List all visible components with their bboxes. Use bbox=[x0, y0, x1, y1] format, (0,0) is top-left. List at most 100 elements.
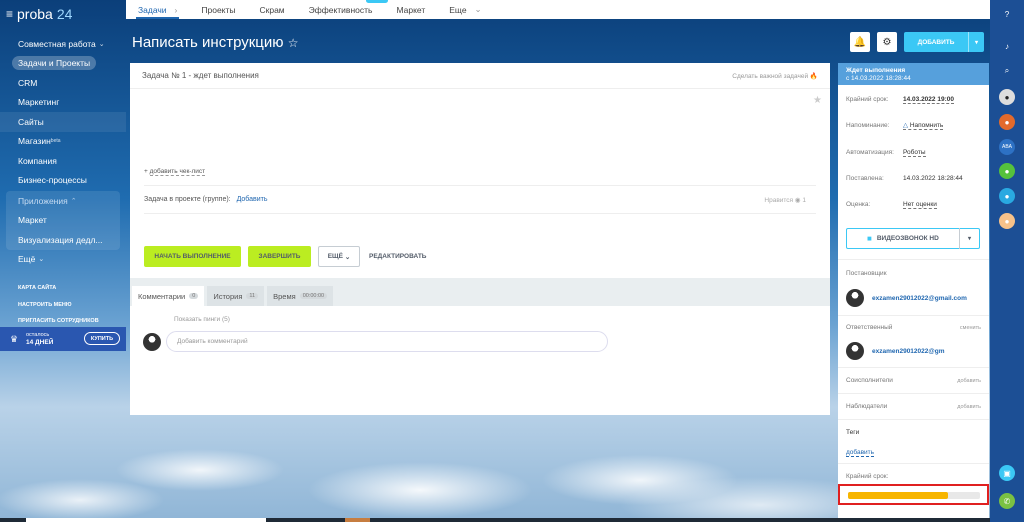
menu-item-marketing[interactable]: Маркетинг bbox=[0, 93, 126, 113]
responsible-person[interactable]: exzamen29012022@gm bbox=[846, 342, 944, 360]
finish-button[interactable]: ЗАВЕРШИТЬ bbox=[248, 246, 311, 267]
caret-down-icon[interactable]: ▾ bbox=[968, 32, 984, 52]
start-button[interactable]: НАЧАТЬ ВЫПОЛНЕНИЕ bbox=[144, 246, 241, 267]
left-sidebar: ≡ proba 24 Совместная работа ⌄ Задачи и П… bbox=[0, 0, 126, 522]
deadline-value[interactable]: 14.03.2022 19:00 bbox=[903, 96, 954, 104]
deadline-progress-highlight bbox=[838, 484, 989, 505]
avatar[interactable]: ● bbox=[999, 89, 1015, 105]
favorite-star-icon[interactable]: ★ bbox=[813, 95, 822, 106]
chevron-down-icon: ⌄ bbox=[474, 4, 482, 14]
gear-icon: ⚙ bbox=[882, 36, 892, 48]
avatar bbox=[143, 333, 161, 351]
add-tags-link[interactable]: добавить bbox=[846, 449, 981, 457]
avatar bbox=[846, 289, 864, 307]
likes[interactable]: Нравится ◉ 1 bbox=[764, 196, 806, 204]
deadline-row: Крайний срок: 14.03.2022 19:00 bbox=[846, 95, 954, 104]
trial-banner: ♛ осталось 14 ДНЕЙ КУПИТЬ bbox=[0, 327, 126, 351]
buy-button[interactable]: КУПИТЬ bbox=[84, 332, 120, 345]
avatar[interactable]: ● bbox=[999, 114, 1015, 130]
change-responsible-link[interactable]: сменить bbox=[960, 325, 981, 331]
task-actions: НАЧАТЬ ВЫПОЛНЕНИЕ ЗАВЕРШИТЬ ЕЩЁ ⌄ РЕДАКТ… bbox=[144, 246, 426, 267]
chevron-down-icon: ⌄ bbox=[98, 40, 105, 48]
chevron-right-icon: › bbox=[174, 4, 178, 15]
menu-item-market[interactable]: Маркет bbox=[6, 211, 120, 231]
settings-button[interactable]: ⚙ bbox=[877, 32, 897, 52]
menu-item-company[interactable]: Компания bbox=[0, 151, 126, 171]
make-important-link[interactable]: Сделать важной задачей 🔥 bbox=[732, 72, 818, 80]
bell-icon: △ bbox=[903, 122, 908, 129]
created-value: 14.03.2022 18:28:44 bbox=[903, 175, 963, 182]
avatar bbox=[846, 342, 864, 360]
tab-market[interactable]: Маркет bbox=[384, 0, 437, 19]
tab-projects[interactable]: Проекты bbox=[189, 0, 247, 19]
menu-item-collab[interactable]: Совместная работа ⌄ bbox=[0, 34, 126, 54]
add-coexec-link[interactable]: добавить bbox=[957, 378, 981, 384]
star-icon[interactable]: ☆ bbox=[288, 36, 299, 50]
add-button[interactable]: ДОБАВИТЬ ▾ bbox=[904, 32, 984, 52]
notify-button[interactable]: 🔔 bbox=[850, 32, 870, 52]
created-row: Поставлена: 14.03.2022 18:28:44 bbox=[846, 175, 963, 182]
avatar[interactable]: ● bbox=[999, 213, 1015, 229]
task-status-line: Задача № 1 - ждет выполнения bbox=[142, 71, 259, 80]
search-icon[interactable]: ⌕ bbox=[999, 63, 1015, 79]
menu-item-shop[interactable]: Магазин beta bbox=[0, 132, 126, 152]
automation-row: Автоматизация: Роботы bbox=[846, 148, 926, 157]
automation-value[interactable]: Роботы bbox=[903, 149, 926, 157]
edit-link[interactable]: РЕДАКТИРОВАТЬ bbox=[369, 253, 426, 260]
main-menu: Совместная работа ⌄ Задачи и Проекты CRM … bbox=[0, 34, 126, 269]
chevron-down-icon: ⌄ bbox=[344, 253, 351, 261]
reminder-value[interactable]: △ Напомнить bbox=[903, 121, 944, 130]
project-add-link[interactable]: Добавить bbox=[237, 196, 268, 203]
menu-item-apps[interactable]: Приложения ⌃ bbox=[6, 191, 120, 211]
menu-item-tasks[interactable]: Задачи и Проекты bbox=[0, 54, 126, 74]
status-header: Ждет выполнения с 14.03.2022 18:28:44 bbox=[838, 63, 989, 85]
tab-history[interactable]: История 11 bbox=[207, 286, 265, 306]
menu-item-sites[interactable]: Сайты bbox=[0, 112, 126, 132]
reminder-row: Напоминание: △ Напомнить bbox=[846, 121, 944, 130]
show-pings-link[interactable]: Показать пинги (5) bbox=[174, 316, 230, 323]
configure-menu-link[interactable]: НАСТРОИТЬ МЕНЮ bbox=[18, 297, 99, 314]
avatar[interactable]: ● bbox=[999, 188, 1015, 204]
task-card: Задача № 1 - ждет выполнения Сделать важ… bbox=[130, 63, 830, 415]
task-side-panel: Ждет выполнения с 14.03.2022 18:28:44 Кр… bbox=[838, 63, 989, 522]
creator-person[interactable]: exzamen29012022@gmail.com bbox=[846, 289, 967, 307]
creator-label: Постановщик bbox=[846, 270, 887, 277]
tab-time[interactable]: Время 00:00:00 bbox=[267, 286, 334, 306]
tab-more[interactable]: Еще ⌄ bbox=[437, 0, 493, 19]
menu-item-visualization[interactable]: Визуализация дедл... bbox=[6, 230, 120, 250]
tab-scrum[interactable]: Скрам bbox=[248, 0, 297, 19]
bell-icon[interactable]: ♪ bbox=[999, 38, 1015, 54]
bottom-strip bbox=[0, 518, 990, 522]
tab-tasks[interactable]: Задачи › bbox=[126, 0, 189, 19]
rating-row: Оценка: Нет оценки bbox=[846, 200, 937, 209]
project-row: Задача в проекте (группе): Добавить bbox=[144, 196, 268, 203]
sitemap-link[interactable]: КАРТА САЙТА bbox=[18, 280, 99, 297]
rating-value[interactable]: Нет оценки bbox=[903, 201, 937, 209]
caret-down-icon[interactable]: ▾ bbox=[959, 228, 979, 249]
tags-label: Теги bbox=[846, 429, 860, 436]
portal-logo[interactable]: ≡ proba 24 bbox=[6, 6, 72, 22]
chevron-down-icon: ⌄ bbox=[38, 256, 45, 264]
divider bbox=[144, 185, 816, 186]
camera-icon: ■ bbox=[867, 234, 872, 243]
menu-item-bp[interactable]: Бизнес-процессы bbox=[0, 171, 126, 191]
tab-efficiency[interactable]: Эффективность bbox=[297, 0, 389, 19]
menu-item-more[interactable]: Ещё ⌄ bbox=[0, 250, 126, 270]
add-observers-link[interactable]: добавить bbox=[957, 404, 981, 410]
help-icon[interactable]: ? bbox=[999, 6, 1015, 22]
avatar[interactable]: ABA bbox=[999, 139, 1015, 155]
chat-icon[interactable]: ▣ bbox=[999, 465, 1015, 481]
top-nav: Задачи › Проекты Скрам Эффективность Марк… bbox=[126, 0, 990, 19]
comments-section: Комментарии 0 История 11 Время 00:00:00 Пок… bbox=[130, 278, 830, 415]
comment-input[interactable]: Добавить комментарий bbox=[166, 331, 608, 352]
add-checklist-link[interactable]: + добавить чек-лист bbox=[144, 168, 206, 176]
menu-item-crm[interactable]: CRM bbox=[0, 73, 126, 93]
tab-comments[interactable]: Комментарии 0 bbox=[132, 286, 205, 306]
chevron-up-icon: ⌃ bbox=[70, 197, 77, 205]
avatar[interactable]: ● bbox=[999, 163, 1015, 179]
phone-icon[interactable]: ✆ bbox=[999, 493, 1015, 509]
more-button[interactable]: ЕЩЁ ⌄ bbox=[318, 246, 360, 267]
menu-icon[interactable]: ≡ bbox=[6, 7, 13, 21]
video-call-button[interactable]: ■ ВИДЕОЗВОНОК HD ▾ bbox=[846, 228, 980, 249]
deadline-progress-bar[interactable] bbox=[848, 492, 980, 499]
